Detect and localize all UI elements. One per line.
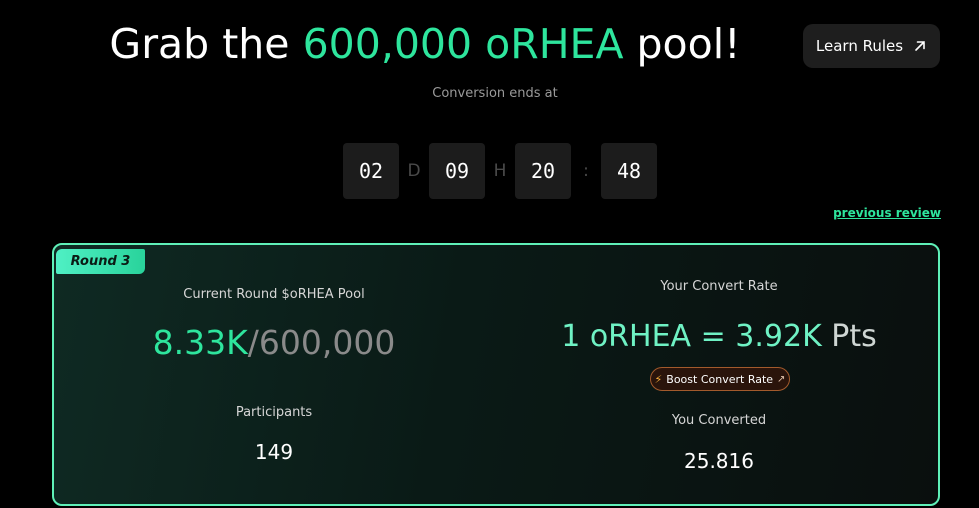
rate-rhs: 3.92K: [735, 319, 822, 354]
rate-equals: =: [691, 319, 736, 354]
participants-label: Participants: [235, 405, 313, 420]
participants-value: 149: [254, 440, 294, 464]
lightning-icon: ⚡: [654, 372, 663, 386]
countdown-hours: 09: [429, 143, 485, 199]
countdown-minutes: 20: [515, 143, 571, 199]
you-converted-value: 25.816: [684, 449, 754, 473]
learn-rules-label: Learn Rules: [815, 37, 904, 55]
page-title: Grab the 600,000 oRHEA pool!: [0, 20, 850, 68]
countdown-timer: 02 D 09 H 20 : 48: [343, 143, 657, 199]
convert-rate-value: 1 oRHEA = 3.92K Pts: [539, 319, 899, 354]
title-accent: 600,000 oRHEA: [302, 20, 624, 68]
pool-label: Current Round $oRHEA Pool: [183, 287, 365, 302]
boost-convert-rate-button[interactable]: ⚡ Boost Convert Rate ↗: [650, 367, 790, 391]
arrow-up-right-icon: ↗: [777, 373, 786, 385]
pool-value: 8.33K/600,000: [104, 323, 444, 362]
pool-current: 8.33K: [152, 323, 248, 362]
hours-unit: H: [493, 161, 507, 181]
title-suffix: pool!: [623, 20, 741, 68]
countdown-days: 02: [343, 143, 399, 199]
conversion-ends-label: Conversion ends at: [432, 86, 558, 101]
round-badge: Round 3: [56, 249, 145, 274]
learn-rules-button[interactable]: Learn Rules: [803, 24, 940, 68]
round-card: Round 3 Current Round $oRHEA Pool 8.33K/…: [52, 243, 940, 506]
rate-unit: Pts: [821, 319, 877, 354]
you-converted-label: You Converted: [671, 413, 767, 428]
rate-lhs: 1 oRHEA: [561, 319, 692, 354]
time-separator: :: [583, 161, 589, 181]
countdown-seconds: 48: [601, 143, 657, 199]
title-prefix: Grab the: [109, 20, 303, 68]
previous-review-link[interactable]: previous review: [833, 206, 941, 220]
arrow-up-right-icon: [915, 41, 925, 51]
days-unit: D: [407, 161, 421, 181]
convert-rate-label: Your Convert Rate: [660, 279, 778, 294]
pool-total: /600,000: [247, 323, 396, 362]
boost-label: Boost Convert Rate: [666, 372, 774, 386]
